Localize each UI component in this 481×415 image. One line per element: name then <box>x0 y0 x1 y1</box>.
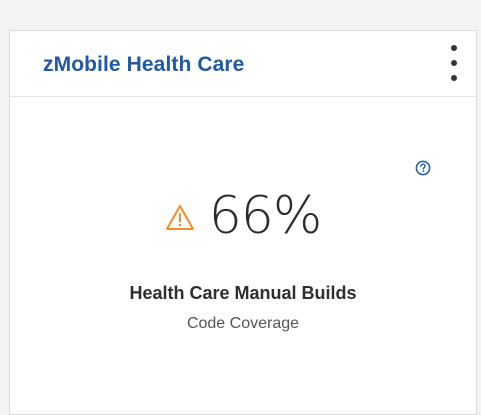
card-header: zMobile Health Care <box>10 31 476 97</box>
card-title: zMobile Health Care <box>43 53 245 76</box>
metric-value: 66% <box>208 186 323 246</box>
metric-value-row: 66% <box>10 181 476 251</box>
menu-dot <box>451 60 457 66</box>
overflow-menu-button[interactable] <box>442 41 466 85</box>
metric-name: Health Care Manual Builds <box>129 283 357 303</box>
warning-triangle-icon <box>165 204 195 232</box>
menu-dot <box>451 45 457 51</box>
metric-subtitle: Code Coverage <box>186 315 300 332</box>
metric-card: zMobile Health Care 66% Health Care Manu… <box>9 30 477 415</box>
question-circle-icon[interactable] <box>415 160 431 176</box>
menu-dot <box>451 75 457 81</box>
